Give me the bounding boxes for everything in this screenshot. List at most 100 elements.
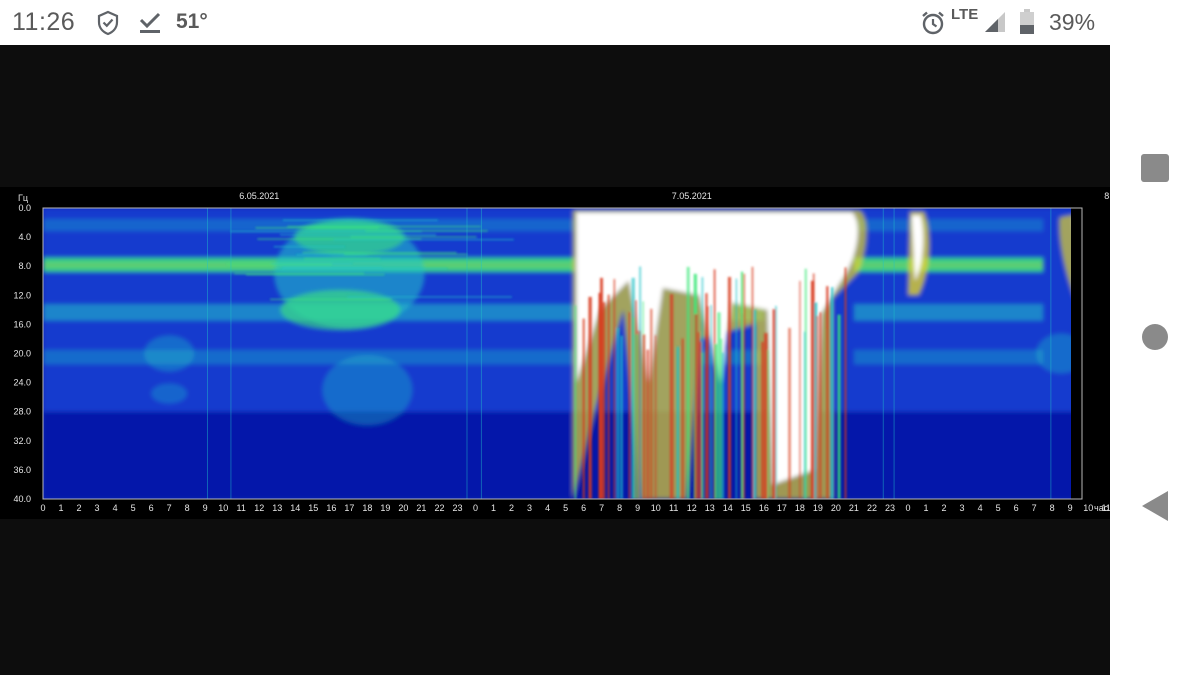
x-tick-label: 0	[905, 503, 910, 513]
spectrogram-band	[281, 267, 448, 270]
spectrogram-band	[613, 279, 616, 499]
spectrogram-band	[844, 267, 847, 499]
spectrogram-band	[574, 305, 577, 499]
spectrogram-band	[466, 208, 468, 499]
spectrogram-band	[273, 245, 345, 248]
spectrogram-band	[686, 266, 690, 499]
spectrogram-band	[882, 208, 884, 499]
x-tick-label: 15	[741, 503, 751, 513]
x-tick-label: 20	[398, 503, 408, 513]
x-tick-label: 7	[599, 503, 604, 513]
home-button[interactable]	[1110, 307, 1200, 367]
x-tick-label: 3	[95, 503, 100, 513]
spectrogram-band	[287, 225, 482, 228]
spectrogram-band	[751, 266, 754, 499]
x-tick-label: 9	[203, 503, 208, 513]
x-tick-label: 18	[795, 503, 805, 513]
spectrogram-band	[706, 306, 710, 499]
y-tick-label: 8.0	[18, 261, 31, 271]
spectrogram-band	[151, 383, 188, 404]
spectrogram-band	[628, 312, 631, 499]
spectrogram-band	[676, 346, 680, 499]
x-tick-label: 6	[149, 503, 154, 513]
spectrogram-band	[650, 308, 653, 499]
spectrogram-band	[654, 335, 657, 499]
x-tick-label: 21	[416, 503, 426, 513]
x-tick-label: 17	[344, 503, 354, 513]
network-label: LTE	[951, 6, 979, 23]
spectrogram-band	[302, 251, 457, 254]
spectrogram-band	[347, 296, 512, 298]
x-tick-label: 18	[362, 503, 372, 513]
spectrogram-band	[718, 312, 721, 499]
x-tick-label: 11	[669, 503, 678, 513]
x-tick-label: 5	[563, 503, 568, 513]
spectrogram-band	[740, 271, 744, 499]
back-triangle-icon	[1142, 491, 1168, 521]
spectrogram-band	[333, 238, 514, 241]
spectrogram-band	[365, 230, 488, 232]
x-tick-label: 9	[1068, 503, 1073, 513]
spectrogram-band	[681, 338, 684, 499]
spectrogram-band	[304, 258, 381, 260]
spectrogram-band	[322, 354, 413, 425]
spectrogram-band	[43, 411, 1082, 499]
x-tick-label: 22	[434, 503, 444, 513]
spectrogram-band	[826, 286, 829, 499]
spectrogram-band	[853, 218, 1044, 232]
spectrogram-band	[727, 277, 732, 499]
back-button[interactable]	[1110, 476, 1200, 536]
x-tick-label: 5	[131, 503, 136, 513]
y-tick-label: 20.0	[13, 349, 31, 359]
spectrogram-band	[350, 236, 477, 238]
x-tick-label: 4	[978, 503, 983, 513]
image-viewer[interactable]: 0.0 4.0 8.0 12.0 16.0 20.0 24.0 28.0 32.0 36.0 40.…	[0, 45, 1110, 675]
x-tick-label: 23	[885, 503, 895, 513]
spectrogram-band	[646, 349, 649, 499]
spectrogram-band	[714, 343, 718, 499]
x-tick-label: 8	[185, 503, 190, 513]
spectrogram-band	[717, 312, 719, 499]
y-tick-label: 36.0	[13, 465, 31, 475]
x-tick-label: 4	[545, 503, 550, 513]
battery-percent: 39%	[1049, 9, 1096, 35]
spectrogram-band	[282, 219, 438, 221]
spectrogram-band	[669, 294, 674, 499]
spectrogram-band	[230, 208, 232, 499]
spectrogram-band	[245, 273, 385, 276]
spectrogram-band	[694, 314, 698, 499]
spectrogram-band	[632, 317, 635, 499]
spectrogram-band	[816, 315, 819, 499]
spectrogram-band	[255, 227, 379, 229]
x-tick-label: 5	[996, 503, 1001, 513]
spectrogram-band	[772, 309, 776, 499]
x-tick-label: 0	[40, 503, 45, 513]
spectrogram-band	[226, 263, 332, 266]
date-label: 7.05.2021	[672, 191, 712, 201]
x-tick-label: 6	[581, 503, 586, 513]
spectrogram-band	[753, 309, 756, 499]
x-tick-label: 16	[326, 503, 336, 513]
spectrogram-band	[710, 304, 712, 499]
spectrogram-band	[480, 208, 482, 499]
x-tick-label: 8	[1050, 503, 1055, 513]
x-tick-label: 10	[651, 503, 661, 513]
spectrogram-band	[764, 333, 768, 499]
shield-check-icon	[96, 10, 120, 36]
y-tick-label: 12.0	[13, 290, 31, 300]
x-tick-label: 7	[167, 503, 172, 513]
spectrogram-band	[788, 327, 791, 499]
status-time: 11:26	[12, 8, 76, 36]
y-tick-label: 24.0	[13, 378, 31, 388]
spectrogram-band	[837, 314, 841, 499]
x-tick-label: 14	[290, 503, 300, 513]
x-tick-label: 19	[813, 503, 823, 513]
x-tick-label: 13	[705, 503, 715, 513]
x-tick-label: 1	[491, 503, 496, 513]
x-tick-label: 20	[831, 503, 841, 513]
spectrogram-band	[853, 349, 1044, 365]
x-tick-label: 15	[308, 503, 318, 513]
recents-button[interactable]	[1110, 138, 1200, 198]
y-axis-title: Гц	[18, 193, 28, 203]
x-tick-label: 6	[1014, 503, 1019, 513]
